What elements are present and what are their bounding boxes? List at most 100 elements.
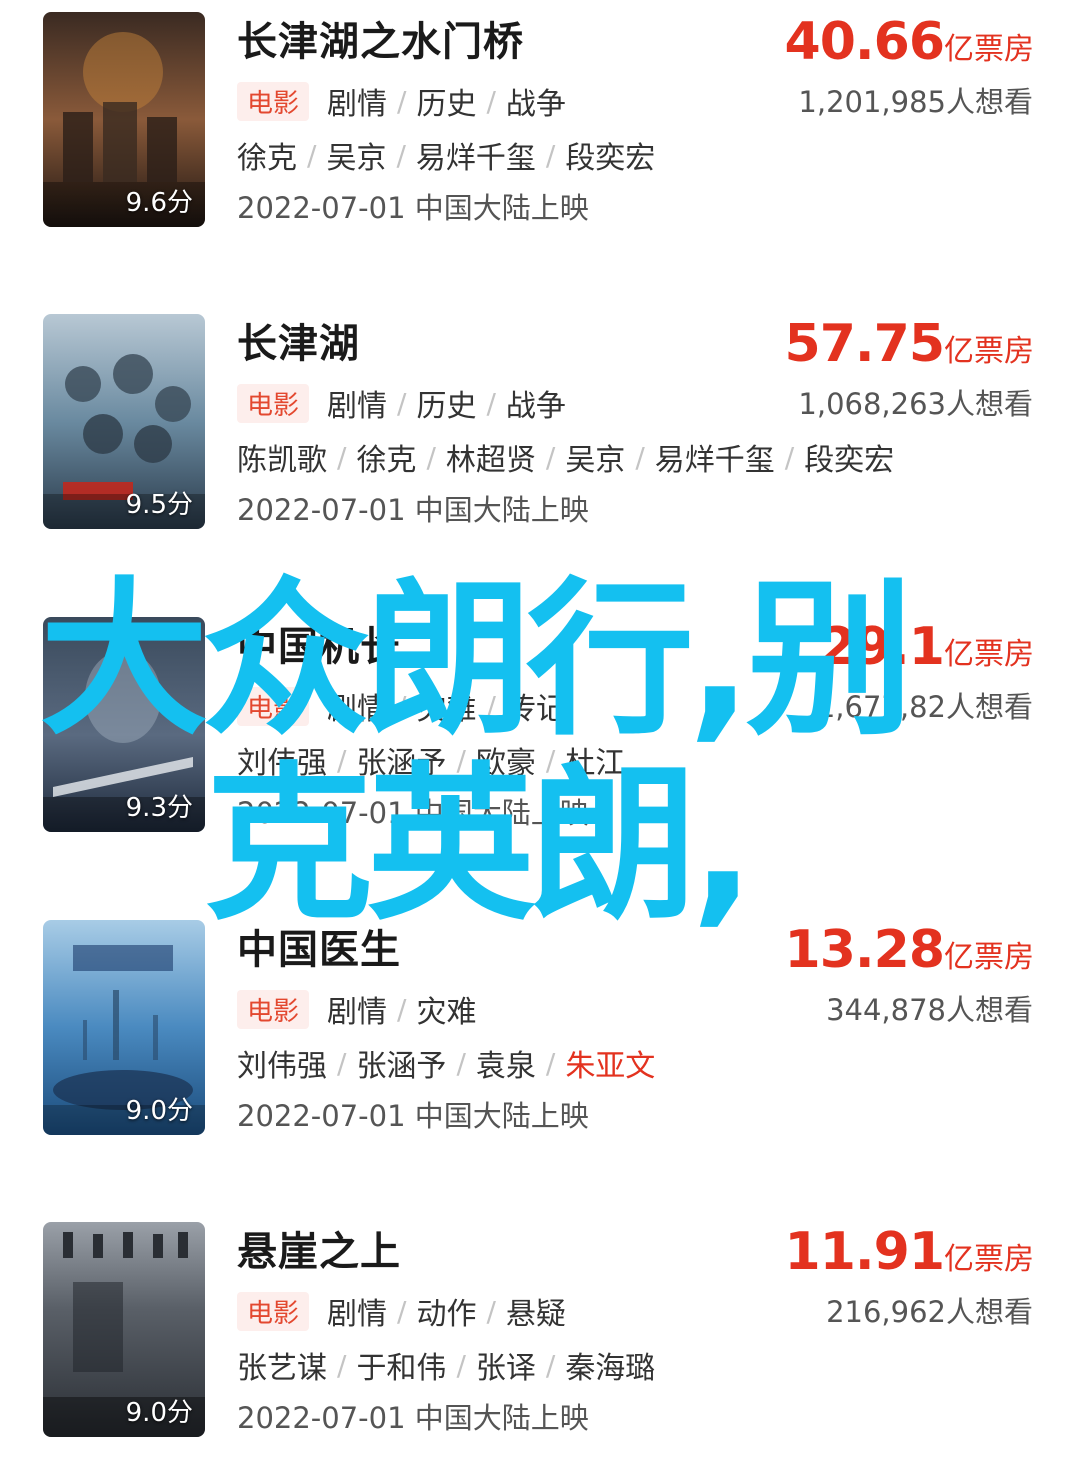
type-tag: 电影 [237, 81, 310, 121]
separator: / [545, 1348, 556, 1382]
type-tag: 电影 [237, 686, 310, 726]
genre: 剧情 [327, 1297, 388, 1332]
genre: 剧情 [327, 87, 388, 122]
cast-member[interactable]: 段奕宏 [565, 133, 655, 177]
release-info: 2022-07-01 中国大陆上映 [237, 796, 589, 830]
cast-member[interactable]: 张艺谋 [237, 1343, 327, 1387]
separator: / [397, 386, 407, 420]
movie-list: 9.6分 长津湖之水门桥 40.66亿票房 电影 剧情 / 历史 / 战争 1,… [0, 0, 1079, 1466]
box-office-unit: 亿票房 [944, 637, 1034, 672]
box-office: 57.75亿票房 [785, 316, 1034, 384]
genre: 剧情 [327, 389, 388, 424]
genre-row: 电影 剧情 / 灾难 / 传记 [237, 685, 566, 727]
movie-item[interactable]: 9.0分 中国医生 13.28亿票房 电影 剧情 / 灾难 344,878人想看… [0, 908, 1079, 1138]
cast-member[interactable]: 易烊千玺 [416, 133, 536, 177]
cast-member[interactable]: 陈凯歌 [237, 435, 327, 479]
movie-poster[interactable]: 9.0分 [43, 920, 205, 1135]
box-office: 40.66亿票房 [785, 14, 1034, 82]
movie-item[interactable]: 9.0分 悬崖之上 11.91亿票房 电影 剧情 / 动作 / 悬疑 216,9… [0, 1210, 1079, 1440]
cast-member[interactable]: 吴京 [326, 133, 386, 177]
separator: / [486, 1294, 496, 1328]
cast-member[interactable]: 刘伟强 [237, 738, 327, 782]
box-office: 13.28亿票房 [785, 922, 1034, 990]
movie-poster[interactable]: 9.3分 [43, 617, 205, 832]
movie-title[interactable]: 长津湖之水门桥 [237, 18, 524, 66]
movie-title[interactable]: 长津湖 [237, 320, 360, 368]
separator: / [337, 743, 347, 777]
cast-member[interactable]: 易烊千玺 [655, 435, 775, 479]
genre: 灾难 [416, 995, 477, 1030]
cast-row: 刘伟强 / 张涵予 / 袁泉 / 朱亚文 [237, 1041, 655, 1085]
cast-member[interactable]: 张译 [476, 1343, 536, 1387]
genre-row: 电影 剧情 / 历史 / 战争 [237, 80, 566, 122]
separator: / [545, 138, 556, 172]
movie-poster[interactable]: 9.5分 [43, 314, 205, 529]
want-count: 1,201,985人想看 [798, 85, 1033, 119]
cast-member[interactable]: 徐克 [356, 435, 416, 479]
genre: 历史 [416, 87, 477, 122]
cast-member[interactable]: 张涵予 [356, 738, 446, 782]
cast-member[interactable]: 徐克 [237, 133, 297, 177]
cast-member[interactable]: 张涵予 [356, 1041, 446, 1085]
cast-member[interactable]: 林超贤 [446, 435, 536, 479]
separator: / [397, 1294, 407, 1328]
movie-title[interactable]: 中国机长 [237, 623, 401, 671]
box-office-unit: 亿票房 [944, 940, 1034, 975]
box-office: 11.91亿票房 [785, 1224, 1034, 1292]
want-count: 344,878人想看 [826, 993, 1033, 1027]
rating-badge: 9.6分 [125, 188, 193, 218]
type-tag: 电影 [237, 1291, 310, 1331]
separator: / [397, 992, 407, 1026]
box-office-unit: 亿票房 [944, 1242, 1034, 1277]
rating-badge: 9.3分 [125, 793, 193, 823]
separator: / [545, 1046, 556, 1080]
separator: / [545, 440, 556, 474]
genre: 动作 [416, 1297, 477, 1332]
separator: / [635, 440, 645, 474]
cast-member[interactable]: 刘伟强 [237, 1041, 327, 1085]
cast-member[interactable]: 杜江 [565, 738, 625, 782]
movie-title[interactable]: 悬崖之上 [237, 1228, 401, 1276]
cast-member[interactable]: 于和伟 [356, 1343, 446, 1387]
separator: / [456, 1046, 466, 1080]
want-count: 1,068,263人想看 [798, 387, 1033, 421]
movie-item[interactable]: 9.5分 长津湖 57.75亿票房 电影 剧情 / 历史 / 战争 1,068,… [0, 302, 1079, 532]
box-office-value: 11.91 [784, 1222, 945, 1282]
cast-member[interactable]: 吴京 [565, 435, 625, 479]
separator: / [396, 138, 406, 172]
separator: / [337, 1046, 347, 1080]
cast-row: 陈凯歌 / 徐克 / 林超贤 / 吴京 / 易烊千玺 / 段奕宏 [237, 435, 894, 479]
movie-poster[interactable]: 9.6分 [43, 12, 205, 227]
genre-row: 电影 剧情 / 历史 / 战争 [237, 382, 566, 424]
cast-member-highlighted[interactable]: 朱亚文 [565, 1041, 655, 1085]
box-office-unit: 亿票房 [944, 334, 1034, 369]
genre: 剧情 [327, 692, 388, 727]
rating-badge: 9.0分 [125, 1096, 193, 1126]
rating-badge: 9.5分 [125, 490, 193, 520]
genre: 悬疑 [505, 1297, 566, 1332]
separator: / [397, 689, 407, 723]
want-count: 1,677,82人想看 [816, 690, 1033, 724]
want-count: 216,962人想看 [826, 1295, 1033, 1329]
genre: 战争 [505, 87, 566, 122]
movie-poster[interactable]: 9.0分 [43, 1222, 205, 1437]
movie-title[interactable]: 中国医生 [237, 926, 401, 974]
type-tag: 电影 [237, 989, 310, 1029]
box-office-unit: 亿票房 [944, 32, 1034, 67]
separator: / [426, 440, 436, 474]
movie-item[interactable]: 9.6分 长津湖之水门桥 40.66亿票房 电影 剧情 / 历史 / 战争 1,… [0, 0, 1079, 230]
box-office-value: 57.75 [784, 314, 945, 374]
cast-member[interactable]: 欧豪 [476, 738, 536, 782]
cast-row: 徐克 / 吴京 / 易烊千玺 / 段奕宏 [237, 133, 655, 177]
cast-member[interactable]: 段奕宏 [804, 435, 894, 479]
release-info: 2022-07-01 中国大陆上映 [237, 493, 589, 527]
separator: / [456, 1348, 466, 1382]
separator: / [397, 84, 407, 118]
movie-item[interactable]: 9.3分 中国机长 29.1亿票房 电影 剧情 / 灾难 / 传记 1,677,… [0, 605, 1079, 835]
cast-member[interactable]: 秦海璐 [565, 1343, 655, 1387]
genre: 传记 [505, 692, 566, 727]
separator: / [486, 84, 496, 118]
cast-member[interactable]: 袁泉 [476, 1041, 536, 1085]
box-office-value: 29.1 [819, 617, 945, 677]
separator: / [307, 138, 317, 172]
